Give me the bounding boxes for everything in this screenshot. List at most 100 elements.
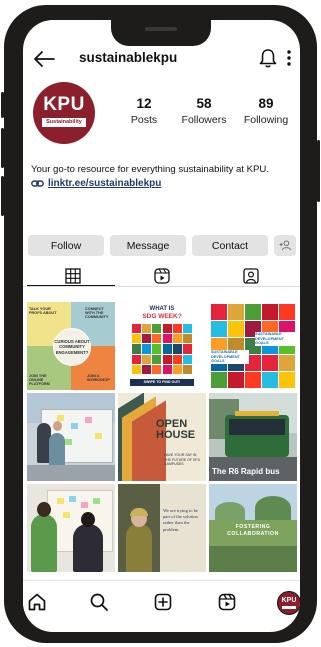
stat-following-number: 89	[258, 96, 274, 111]
sdg-color-tile	[162, 364, 172, 374]
tabs-divider	[23, 286, 300, 287]
stat-posts[interactable]: 12 Posts	[119, 96, 169, 126]
sdg-color-tile	[279, 355, 295, 371]
sdg-color-tile	[142, 354, 152, 364]
phone-notch	[111, 18, 211, 46]
post1-q2: CONNECT WITH THE COMMUNITY	[85, 307, 109, 319]
post2-title-line1: WHAT IS	[149, 306, 175, 312]
sdg-color-tile	[262, 372, 278, 388]
nav-avatar-logo-text: KPU	[281, 597, 297, 604]
stat-following-label: Following	[243, 114, 289, 126]
stat-posts-number: 12	[136, 96, 152, 111]
sdg-color-tile	[142, 364, 152, 374]
post-tile-open-house[interactable]: OPEN HOUSE HAVE YOUR SAY IN THE FUTURE O…	[118, 393, 206, 481]
profile-link[interactable]: linktr.ee/sustainablekpu	[31, 178, 161, 189]
contact-button[interactable]: Contact	[192, 235, 268, 256]
sdg-color-tile	[152, 354, 162, 364]
profile-avatar[interactable]: KPU Sustainability	[33, 82, 95, 144]
more-options-icon[interactable]	[286, 49, 292, 67]
phone-side-button	[1, 92, 4, 118]
grid-icon[interactable]	[64, 267, 82, 285]
post5-small: HAVE YOUR SAY IN THE FUTURE OF KPU CAMPU…	[164, 453, 201, 467]
post-tile-fostering-collaboration[interactable]: FOSTERING COLLABORATION	[209, 484, 297, 572]
sdg-color-tile	[262, 304, 278, 320]
stat-following[interactable]: 89 Following	[236, 96, 296, 126]
post6-caption: The R6 Rapid bus	[212, 467, 280, 476]
reels-nav-icon[interactable]	[217, 592, 237, 612]
sdg-color-tile	[228, 372, 244, 388]
sdg-color-tile	[183, 324, 192, 334]
sdg-color-tile	[162, 354, 172, 364]
message-button[interactable]: Message	[110, 235, 186, 256]
phone-power-button	[317, 140, 320, 202]
profile-link-text: linktr.ee/sustainablekpu	[48, 178, 162, 189]
sdg-color-tile	[245, 304, 261, 320]
sdg-color-tile	[172, 364, 182, 374]
sdg-color-tile	[279, 304, 295, 320]
suggested-accounts-button[interactable]	[274, 235, 296, 256]
sdg-color-tile	[132, 354, 141, 364]
post3-goals-title-right: SUSTAINABLE DEVELOPMENT GOALS	[255, 332, 295, 347]
sdg-color-tile	[162, 324, 172, 334]
sdg-color-tile	[162, 344, 172, 354]
post-tile-sdg-goals[interactable]: SUSTAINABLE DEVELOPMENT GOALS SUSTAINABL…	[209, 302, 297, 390]
post1-center-text: CURIOUS ABOUT COMMUNITY ENGAGEMENT?	[53, 328, 91, 366]
search-icon[interactable]	[89, 592, 109, 612]
post-tile-quote[interactable]: We are trying to be part of the solution…	[118, 484, 206, 572]
sdg-color-tile	[172, 344, 182, 354]
post-tile-community-engagement[interactable]: TALK YOUR PROFS ABOUT CONNECT WITH THE C…	[27, 302, 115, 390]
home-icon[interactable]	[27, 592, 47, 612]
post1-q4: JOIN A WORKSHOP	[87, 374, 110, 382]
add-person-icon	[279, 240, 291, 251]
sdg-color-tile	[142, 344, 152, 354]
sdg-color-tile	[211, 304, 227, 320]
sdg-color-tile	[132, 364, 141, 374]
profile-avatar-nav[interactable]: KPU	[277, 591, 300, 615]
post1-q1: TALK YOUR PROFS ABOUT	[29, 307, 57, 315]
post2-title-line2: SDG WEEK?	[142, 313, 182, 320]
sdg-color-tile	[152, 364, 162, 374]
stat-followers[interactable]: 58 Followers	[174, 96, 234, 126]
profile-bio: Your go-to resource for everything susta…	[31, 164, 270, 175]
sdg-color-tile	[142, 334, 152, 344]
bell-icon[interactable]	[259, 48, 277, 68]
sdg-color-tile	[132, 334, 141, 344]
phone-volume-down	[1, 176, 4, 216]
post8-quote: We are trying to be part of the solution…	[163, 508, 199, 532]
phone-volume-up	[1, 128, 4, 168]
sdg-color-tile	[152, 344, 162, 354]
avatar-logo-text: KPU	[43, 94, 85, 115]
sdg-color-tile	[211, 372, 227, 388]
sdg-color-tile	[132, 324, 141, 334]
profile-username: sustainablekpu	[79, 50, 178, 65]
tagged-icon[interactable]	[242, 267, 260, 285]
sdg-color-tile	[162, 334, 172, 344]
sdg-color-tile	[172, 354, 182, 364]
sdg-color-tile	[262, 355, 278, 371]
sdg-color-tile	[183, 344, 192, 354]
post-tile-r6-bus[interactable]: The R6 Rapid bus	[209, 393, 297, 481]
create-icon[interactable]	[153, 592, 173, 612]
sdg-color-tile	[183, 354, 192, 364]
post9-caption: FOSTERING COLLABORATION	[227, 524, 279, 537]
post-tile-sticky-board[interactable]	[27, 393, 115, 481]
stat-followers-label: Followers	[181, 114, 227, 126]
stat-followers-number: 58	[196, 96, 212, 111]
sdg-color-tile	[245, 372, 261, 388]
sdg-color-tile	[211, 321, 227, 337]
avatar-logo-subtext: Sustainability	[46, 119, 82, 125]
post-tile-students-board[interactable]	[27, 484, 115, 572]
post2-sdg-icons	[132, 324, 192, 374]
sdg-color-tile	[228, 321, 244, 337]
follow-button[interactable]: Follow	[28, 235, 104, 256]
sdg-color-tile	[172, 324, 182, 334]
sdg-color-tile	[228, 304, 244, 320]
back-arrow-icon[interactable]	[33, 50, 55, 68]
sdg-color-tile	[279, 372, 295, 388]
post5-line2: HOUSE	[156, 429, 196, 441]
reels-icon[interactable]	[153, 267, 171, 285]
post2-footer: SWIPE TO FIND OUT!	[130, 379, 194, 386]
sdg-color-tile	[183, 334, 192, 344]
link-icon	[31, 180, 44, 187]
post-tile-sdg-week[interactable]: WHAT IS SDG WEEK? SWIPE TO FIND OUT!	[118, 302, 206, 390]
